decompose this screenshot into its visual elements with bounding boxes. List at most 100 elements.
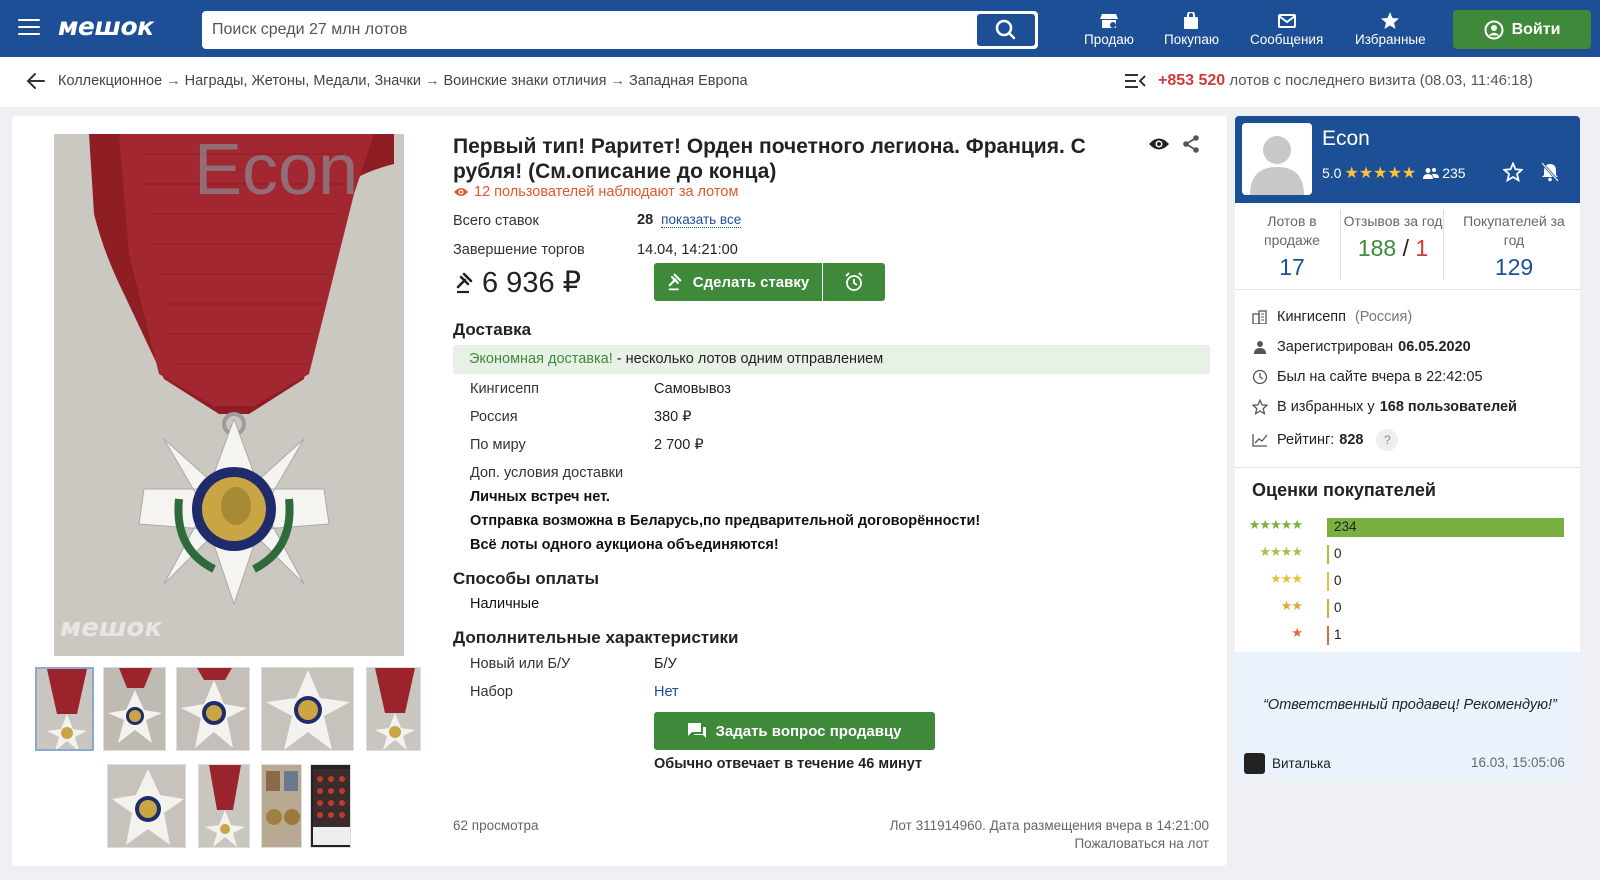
search-input[interactable]: [204, 13, 974, 47]
delivery-row-value: 380 ₽: [654, 409, 692, 425]
delivery-row-label: По миру: [470, 437, 526, 453]
nav-favorites[interactable]: Избранные: [1355, 12, 1426, 47]
eco-delivery-text: - несколько лотов одним отправлением: [616, 351, 884, 367]
rating-count: 1: [1334, 627, 1342, 642]
nav-favorites-label: Избранные: [1355, 32, 1426, 47]
user-placeholder-icon: [1242, 123, 1312, 195]
stat-label: Покупателей за год: [1463, 213, 1565, 248]
thumbnail[interactable]: [261, 764, 302, 848]
nav-buy[interactable]: Покупаю: [1164, 12, 1219, 47]
rating-stars: ★★: [1280, 598, 1303, 613]
reminder-button[interactable]: [823, 263, 885, 301]
divider: [1235, 289, 1580, 290]
eye-icon: [454, 188, 468, 196]
price-value: 6 936 ₽: [482, 267, 582, 299]
reviewer[interactable]: Виталька: [1244, 753, 1331, 774]
breadcrumb-item[interactable]: Награды, Жетоны, Медали, Значки: [185, 73, 421, 89]
thumbnail[interactable]: [103, 667, 166, 751]
seller-city: Кингисепп: [1277, 309, 1346, 325]
thumbnail[interactable]: [107, 764, 186, 848]
lot-main-image[interactable]: Econ мешок: [54, 134, 404, 656]
delivery-row-label: Россия: [470, 409, 518, 425]
thumbnail[interactable]: [35, 667, 94, 751]
rating-row[interactable]: ★★★ 0: [1252, 571, 1562, 591]
shopping-bag-icon: [1184, 12, 1199, 29]
characteristic-value-link[interactable]: Нет: [654, 684, 679, 700]
rating-row[interactable]: ★★★★★ 234: [1249, 517, 1564, 537]
help-icon[interactable]: ?: [1376, 429, 1399, 451]
characteristic-value: Б/У: [654, 656, 677, 672]
nav-sell-label: Продаю: [1084, 32, 1134, 47]
stat-buyers[interactable]: Покупателей за год 129: [1456, 212, 1572, 280]
bids-label: Всего ставок: [453, 213, 539, 229]
rating-row[interactable]: ★★ 0: [1252, 598, 1562, 618]
thumbnail[interactable]: [198, 764, 250, 848]
gavel-icon: [456, 272, 473, 293]
complain-link[interactable]: Пожаловаться на лот: [1074, 836, 1209, 851]
seller-country: (Россия): [1354, 309, 1413, 325]
eye-icon[interactable]: [1148, 136, 1170, 152]
user-icon: [1254, 341, 1266, 354]
watermark-text: Econ: [194, 134, 358, 210]
search-button[interactable]: [977, 14, 1035, 46]
breadcrumb-separator: →: [610, 73, 625, 89]
rating-bar: [1327, 518, 1564, 537]
seller-location: Кингисепп (Россия): [1252, 309, 1412, 325]
rating-row[interactable]: ★ 1: [1252, 625, 1562, 645]
login-button[interactable]: Войти: [1453, 10, 1591, 49]
seller-registered: Зарегистрирован 06.05.2020: [1252, 339, 1471, 355]
rating-count: 0: [1334, 546, 1342, 561]
thumbnail[interactable]: [176, 667, 250, 751]
delivery-row-value: Самовывоз: [654, 381, 731, 397]
divider: [1340, 210, 1341, 280]
rating-count: 0: [1334, 573, 1342, 588]
place-bid-button[interactable]: Сделать ставку: [654, 263, 822, 301]
rating-stars: ★: [1291, 625, 1303, 640]
user-circle-icon: [1484, 20, 1504, 39]
score-value: 828: [1339, 432, 1364, 448]
payment-heading: Способы оплаты: [453, 569, 600, 588]
seller-score: Рейтинг: 828?: [1252, 429, 1399, 451]
star-icon: [1381, 12, 1400, 29]
bell-off-icon[interactable]: [1540, 162, 1560, 182]
review-date: 16.03, 15:05:06: [1471, 755, 1565, 770]
nav-messages[interactable]: Сообщения: [1250, 12, 1323, 47]
thumbnail[interactable]: [366, 667, 421, 751]
nav-sell[interactable]: Продаю: [1084, 12, 1134, 47]
eco-delivery-banner: Экономная доставка! - несколько лотов од…: [453, 345, 1210, 374]
seller-name[interactable]: Econ: [1322, 127, 1370, 151]
back-arrow-icon[interactable]: [26, 72, 46, 90]
delivery-heading: Доставка: [453, 320, 532, 339]
thumbnail-image: [177, 668, 249, 750]
breadcrumb-bar: Коллекционное → Награды, Жетоны, Медали, З…: [0, 57, 1600, 107]
thumbnail[interactable]: [261, 667, 354, 751]
thumbnail[interactable]: [310, 764, 351, 848]
new-lots-info[interactable]: +853 520 лотов с последнего визита (08.0…: [1158, 72, 1533, 90]
rating-bar: [1327, 626, 1329, 645]
thumbnail-image: [37, 669, 92, 749]
stat-reviews[interactable]: Отзывов за год 188 / 1: [1343, 212, 1443, 261]
site-logo[interactable]: мешок: [58, 12, 154, 41]
thumbnail-image: [262, 765, 301, 847]
breadcrumb-item[interactable]: Коллекционное: [58, 73, 162, 89]
seller-favorites: В избранных у 168 пользователей: [1252, 399, 1517, 415]
lot-price: 6 936 ₽: [455, 265, 581, 300]
end-value: 14.04, 14:21:00: [637, 242, 738, 258]
rating-row[interactable]: ★★★★ 0: [1252, 544, 1562, 564]
response-time: Обычно отвечает в течение 46 минут: [654, 756, 923, 772]
reviewer-avatar: [1244, 753, 1265, 774]
seller-avatar[interactable]: [1242, 123, 1312, 195]
clock-icon: [1252, 369, 1268, 385]
stat-value: 129: [1494, 254, 1534, 280]
star-outline-icon[interactable]: [1503, 162, 1523, 182]
stat-lots[interactable]: Лотов в продаже 17: [1242, 212, 1342, 280]
breadcrumb-item[interactable]: Воинские знаки отличия: [444, 73, 607, 89]
list-filter-icon[interactable]: [1124, 73, 1146, 89]
menu-icon[interactable]: [18, 19, 40, 37]
watchers-text: 12 пользователей наблюдают за лотом: [474, 184, 739, 200]
breadcrumb-item[interactable]: Западная Европа: [629, 73, 748, 89]
share-icon[interactable]: [1182, 134, 1200, 154]
show-all-bids-link[interactable]: показать все: [661, 212, 742, 228]
ask-seller-button[interactable]: Задать вопрос продавцу: [654, 712, 935, 750]
nav-messages-label: Сообщения: [1250, 32, 1324, 47]
